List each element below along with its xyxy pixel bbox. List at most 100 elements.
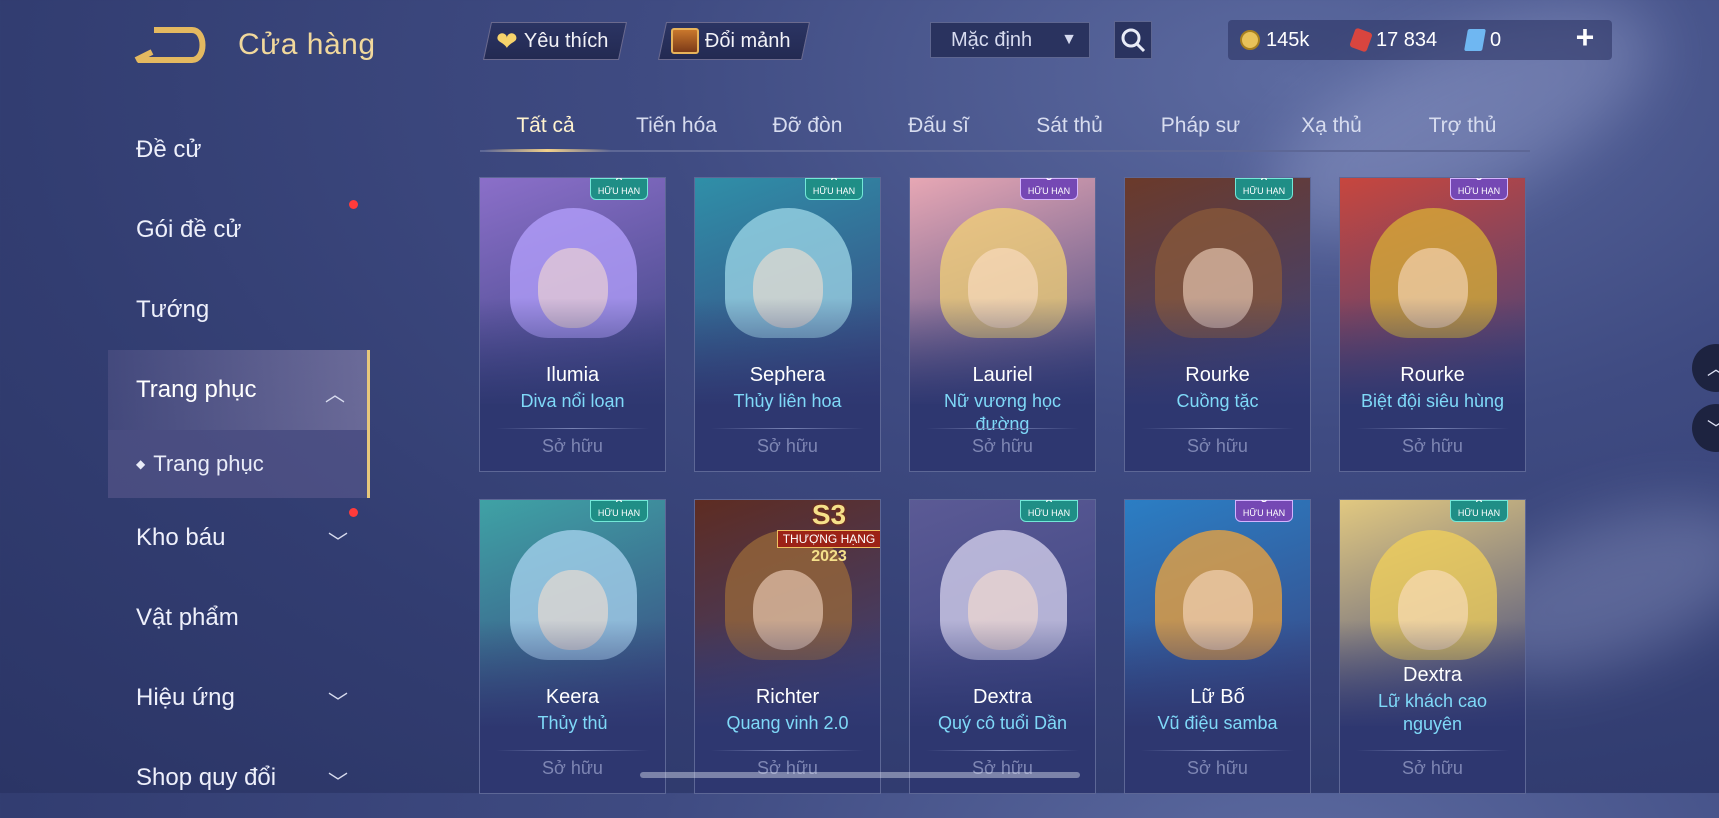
sidebar-item-recommended[interactable]: Đề cử: [108, 110, 370, 190]
hero-name: Lữ Bố: [1190, 686, 1245, 708]
ownership-status: Sở hữu: [1187, 436, 1248, 456]
limited-badge: A HỮU HẠN: [1020, 500, 1078, 522]
hero-name: Lauriel: [972, 364, 1033, 386]
ownership-status: Sở hữu: [1402, 758, 1463, 778]
top-up-button[interactable]: +: [1570, 21, 1600, 54]
skin-card[interactable]: A HỮU HẠN Ilumia Diva nổi loạn Sở hữu: [479, 177, 666, 472]
sidebar-item-effects[interactable]: Hiệu ứng ﹀: [108, 658, 370, 738]
card-divider: [496, 428, 649, 429]
rank-label: S: [1260, 499, 1267, 504]
bullet-icon: ◆: [136, 457, 146, 471]
chest-icon: [671, 28, 699, 54]
sidebar-subitem-label: Trang phục: [153, 451, 264, 476]
limited-label: HỮU HẠN: [1242, 508, 1286, 518]
heart-icon: ❤: [496, 26, 518, 56]
exchange-label: Đổi mảnh: [705, 29, 791, 52]
sidebar-subitem-skins[interactable]: ◆ Trang phục: [108, 430, 370, 498]
sidebar-item-heroes[interactable]: Tướng: [108, 270, 370, 350]
tab-fighter[interactable]: Đấu sĩ: [873, 106, 1004, 150]
rank-label: A: [615, 177, 623, 182]
limited-label: HỮU HẠN: [1027, 186, 1071, 196]
tab-all[interactable]: Tất cả: [480, 106, 611, 152]
tab-mage[interactable]: Pháp sư: [1135, 106, 1266, 150]
card-divider: [1141, 750, 1294, 751]
search-button[interactable]: [1114, 21, 1152, 59]
horizontal-scrollbar[interactable]: [640, 772, 1080, 778]
scroll-down-button[interactable]: ﹀: [1692, 404, 1719, 452]
hero-name: Dextra: [1403, 664, 1462, 686]
limited-badge: S HỮU HẠN: [1450, 178, 1508, 200]
tab-evolution[interactable]: Tiến hóa: [611, 106, 742, 150]
skin-name: Quang vinh 2.0: [726, 713, 849, 733]
sort-dropdown[interactable]: Mặc định ▼: [930, 22, 1090, 58]
sidebar-item-bundles[interactable]: Gói đề cử: [108, 190, 370, 270]
chevron-up-icon: ︿: [325, 384, 345, 406]
rank-label: A: [1475, 499, 1483, 504]
limited-badge: A HỮU HẠN: [1235, 178, 1293, 200]
sidebar-item-label: Vật phẩm: [136, 604, 239, 631]
sidebar-item-treasure[interactable]: Kho báu ﹀: [108, 498, 370, 578]
sidebar-item-items[interactable]: Vật phẩm: [108, 578, 370, 658]
tab-tank[interactable]: Đỡ đòn: [742, 106, 873, 150]
tab-assassin[interactable]: Sát thủ: [1004, 106, 1135, 150]
skin-card[interactable]: S3 THƯỢNG HẠNG 2023 Richter Quang vinh 2.0 Sở…: [694, 499, 881, 794]
scroll-up-button[interactable]: ︿: [1692, 344, 1719, 392]
hero-name: Rourke: [1400, 364, 1465, 386]
limited-badge: A HỮU HẠN: [805, 178, 863, 200]
limited-badge: S HỮU HẠN: [1020, 178, 1078, 200]
ownership-status: Sở hữu: [757, 436, 818, 456]
rank-label: S: [1475, 177, 1482, 182]
skin-card[interactable]: A HỮU HẠN Rourke Cuồng tặc Sở hữu: [1124, 177, 1311, 472]
voucher-amount: 0: [1490, 28, 1502, 51]
sidebar-item-label: Hiệu ứng: [136, 684, 235, 711]
sort-value: Mặc định: [951, 28, 1033, 51]
skin-card[interactable]: S HỮU HẠN Lữ Bố Vũ điệu samba Sở hữu: [1124, 499, 1311, 794]
skin-card[interactable]: A HỮU HẠN Dextra Quý cô tuổi Dần Sở hữu: [909, 499, 1096, 794]
ownership-status: Sở hữu: [1187, 758, 1248, 778]
back-arrow-icon: [134, 27, 206, 63]
skin-name: Cuồng tặc: [1176, 391, 1259, 411]
limited-label: HỮU HẠN: [597, 508, 641, 518]
sidebar-item-skins[interactable]: Trang phục ︿: [108, 350, 370, 430]
rank-label: A: [830, 177, 838, 182]
limited-label: HỮU HẠN: [812, 186, 856, 196]
card-divider: [1356, 750, 1509, 751]
notification-dot: [349, 200, 358, 209]
back-button[interactable]: [134, 26, 208, 64]
skin-name: Biệt đội siêu hùng: [1360, 391, 1505, 411]
card-divider: [1141, 428, 1294, 429]
card-divider: [711, 750, 864, 751]
sidebar-item-label: Shop quy đổi: [136, 764, 277, 791]
favorites-button[interactable]: ❤ Yêu thích: [482, 22, 628, 60]
skin-card[interactable]: A HỮU HẠN Sephera Thủy liên hoa Sở hữu: [694, 177, 881, 472]
ownership-status: Sở hữu: [542, 436, 603, 456]
chevron-down-icon: ﹀: [328, 692, 348, 714]
limited-badge: A HỮU HẠN: [1450, 500, 1508, 522]
rank-label: A: [615, 499, 623, 504]
hero-name: Richter: [755, 686, 820, 708]
card-divider: [926, 428, 1079, 429]
chevron-down-icon: ▼: [1061, 31, 1077, 48]
sidebar-item-label: Kho báu: [136, 524, 226, 551]
notification-dot: [349, 508, 358, 517]
tab-marksman[interactable]: Xạ thủ: [1266, 106, 1397, 150]
hero-name: Dextra: [973, 686, 1032, 708]
skin-card[interactable]: A HỮU HẠN Keera Thủy thủ Sở hữu: [479, 499, 666, 794]
chevron-down-icon: ﹀: [1707, 415, 1719, 441]
sidebar-item-exchange-shop[interactable]: Shop quy đổi ﹀: [108, 738, 370, 818]
hero-name: Rourke: [1185, 364, 1250, 386]
skin-card[interactable]: A HỮU HẠN Dextra Lữ khách cao nguyên Sở hữu: [1339, 499, 1526, 794]
tab-support[interactable]: Trợ thủ: [1397, 106, 1528, 150]
favorites-label: Yêu thích: [523, 29, 609, 52]
exchange-fragments-button[interactable]: Đổi mảnh: [657, 22, 810, 60]
limited-label: HỮU HẠN: [1242, 186, 1286, 196]
skin-name: Quý cô tuổi Dần: [937, 713, 1068, 733]
rank-label: S: [1045, 177, 1052, 182]
gold-balance: 145k: [1240, 22, 1309, 58]
skin-card[interactable]: S HỮU HẠN Lauriel Nữ vương học đường Sở hữu: [909, 177, 1096, 472]
skin-card[interactable]: S HỮU HẠN Rourke Biệt đội siêu hùng Sở hữu: [1339, 177, 1526, 472]
hero-name: Ilumia: [545, 364, 600, 386]
season-badge: S3 THƯỢNG HẠNG 2023: [777, 500, 880, 565]
rank-label: A: [1045, 499, 1053, 504]
sidebar: Đề cử Gói đề cử Tướng Trang phục ︿ ◆ Tra…: [108, 110, 370, 818]
